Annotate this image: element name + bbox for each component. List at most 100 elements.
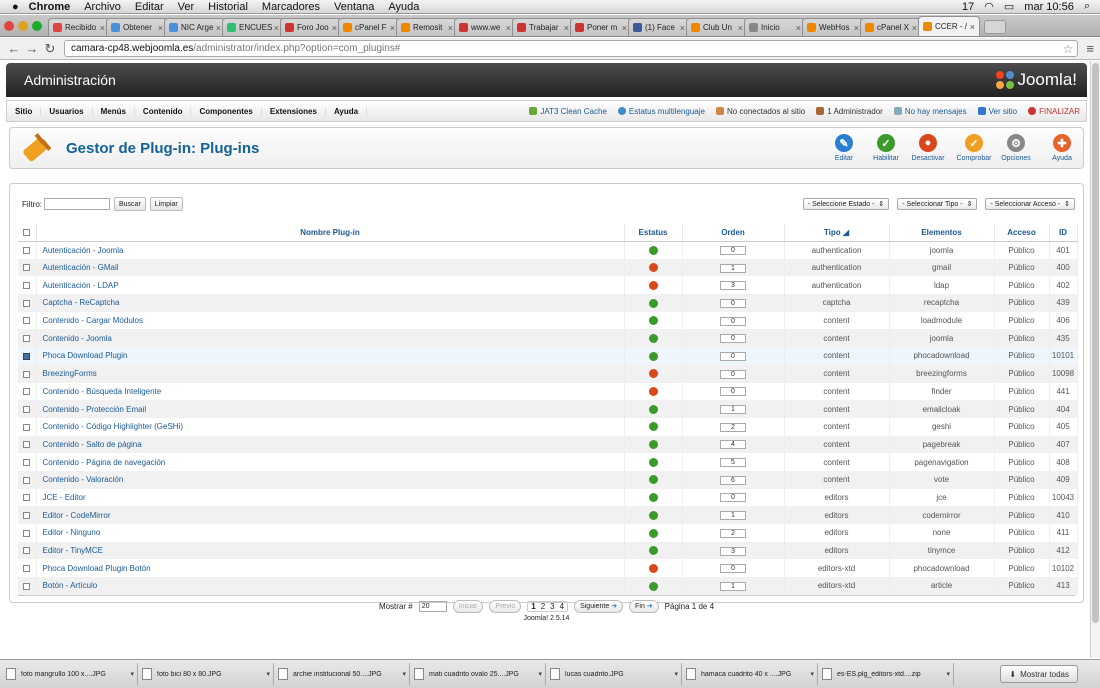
order-input[interactable]: 2 <box>720 422 746 432</box>
limit-select[interactable]: 20 <box>418 600 447 612</box>
order-input[interactable]: 0 <box>720 387 746 397</box>
browser-tab[interactable]: Recibido × <box>48 18 110 36</box>
row-checkbox[interactable] <box>18 311 37 330</box>
order-input[interactable]: 0 <box>720 334 746 344</box>
download-menu-arrow-icon[interactable]: ▾ <box>130 670 134 678</box>
row-checkbox[interactable] <box>18 276 37 295</box>
download-menu-arrow-icon[interactable]: ▾ <box>674 670 678 678</box>
browser-tab[interactable]: cPanel F × <box>338 18 400 36</box>
app-name[interactable]: Chrome <box>29 1 71 13</box>
row-checkbox[interactable] <box>18 524 37 542</box>
browser-tab[interactable]: CCER - / × <box>918 16 980 36</box>
column-type[interactable]: Tipo ◢ <box>784 224 890 242</box>
status-toggle[interactable] <box>624 258 683 277</box>
wifi-icon[interactable]: ◠ <box>984 0 994 13</box>
plugin-name-link[interactable]: BreezingForms <box>36 364 625 383</box>
order-input[interactable]: 0 <box>720 564 746 574</box>
toolbar-check-button[interactable]: ✓ Habilitar <box>865 128 907 168</box>
logout-link[interactable]: FINALIZAR <box>1028 107 1080 116</box>
row-checkbox[interactable] <box>18 241 37 259</box>
download-item[interactable]: mati cuadrito ovalo 25....JPG ▾ <box>410 663 546 685</box>
toolbar-stop-button[interactable]: ● Desactivar <box>907 128 949 168</box>
column-element[interactable]: Elementos <box>889 224 995 242</box>
row-checkbox[interactable] <box>18 577 37 595</box>
row-checkbox[interactable] <box>18 559 37 578</box>
search-icon[interactable]: ⌕ <box>1084 0 1090 13</box>
download-item[interactable]: foto mangrullo 100 x....JPG ▾ <box>2 663 138 685</box>
row-checkbox[interactable] <box>18 400 37 418</box>
back-icon[interactable]: ← <box>6 41 22 56</box>
order-input[interactable]: 4 <box>720 440 746 450</box>
status-toggle[interactable] <box>624 382 683 401</box>
tab-close-icon[interactable]: × <box>100 23 105 33</box>
plugin-name-link[interactable]: Contenido - Salto de página <box>36 435 625 454</box>
status-toggle[interactable] <box>624 541 683 560</box>
status-toggle[interactable] <box>624 506 683 524</box>
download-item[interactable]: foto bici 80 x 80.JPG ▾ <box>138 663 274 685</box>
download-item[interactable]: lucas cuadrito.JPG ▾ <box>546 663 682 685</box>
battery-icon[interactable]: ▭ <box>1004 0 1014 13</box>
toolbar-edit-button[interactable]: ✎ Editar <box>823 128 865 168</box>
order-input[interactable]: 0 <box>720 316 746 326</box>
order-input[interactable]: 0 <box>720 493 746 503</box>
tab-close-icon[interactable]: × <box>970 22 975 32</box>
view-site-link[interactable]: Ver sitio <box>977 107 1017 116</box>
status-toggle[interactable] <box>624 364 683 383</box>
plugin-name-link[interactable]: Autenticación - LDAP <box>36 276 625 295</box>
tab-close-icon[interactable]: × <box>216 23 221 33</box>
download-menu-arrow-icon[interactable]: ▾ <box>946 670 950 678</box>
status-count[interactable]: 17 <box>962 1 974 13</box>
tab-close-icon[interactable]: × <box>796 23 801 33</box>
clock[interactable]: mar 10:56 <box>1024 1 1074 13</box>
admin-menu-1[interactable]: Usuarios <box>41 106 93 116</box>
order-input[interactable]: 0 <box>720 298 746 308</box>
order-input[interactable]: 0 <box>720 351 746 361</box>
status-toggle[interactable] <box>624 241 683 259</box>
tab-close-icon[interactable]: × <box>506 23 511 33</box>
messages-link[interactable]: No hay mensajes <box>893 107 967 116</box>
row-checkbox[interactable] <box>18 382 37 401</box>
order-input[interactable]: 1 <box>720 263 746 273</box>
status-toggle[interactable] <box>624 276 683 295</box>
plugin-name-link[interactable]: Editor - Ninguno <box>36 524 625 542</box>
plugin-name-link[interactable]: Contenido - Página de navegación <box>36 453 625 471</box>
tab-close-icon[interactable]: × <box>564 23 569 33</box>
tab-close-icon[interactable]: × <box>854 23 859 33</box>
close-window-icon[interactable] <box>4 20 14 31</box>
multilang-status-link[interactable]: Estatus multilenguaje <box>617 107 705 116</box>
status-toggle[interactable] <box>624 294 683 312</box>
row-checkbox[interactable] <box>18 294 37 312</box>
page-number[interactable]: 3 <box>550 602 554 611</box>
tab-close-icon[interactable]: × <box>274 23 279 33</box>
order-input[interactable]: 5 <box>720 458 746 468</box>
order-input[interactable]: 1 <box>720 511 746 521</box>
admin-menu-5[interactable]: Extensiones <box>262 106 326 116</box>
plugin-name-link[interactable]: Botón - Artículo <box>36 577 625 595</box>
plugin-name-link[interactable]: Editor - CodeMirror <box>36 506 625 524</box>
minimize-window-icon[interactable] <box>18 20 28 31</box>
tab-close-icon[interactable]: × <box>332 23 337 33</box>
plugin-name-link[interactable]: Autenticación - Joomla <box>36 241 625 259</box>
row-checkbox[interactable] <box>18 453 37 471</box>
order-input[interactable]: 0 <box>720 369 746 379</box>
apple-icon[interactable]: ● <box>12 1 19 13</box>
browser-tab[interactable]: cPanel X × <box>860 18 922 36</box>
order-input[interactable]: 3 <box>720 281 746 291</box>
order-input[interactable]: 1 <box>720 405 746 415</box>
column-order[interactable]: Orden <box>682 224 785 242</box>
download-menu-arrow-icon[interactable]: ▾ <box>266 670 270 678</box>
plugin-name-link[interactable]: Contenido - Código Highlighter (GeSHi) <box>36 417 625 436</box>
tab-close-icon[interactable]: × <box>680 23 685 33</box>
browser-tab[interactable]: Obtener × <box>106 18 168 36</box>
order-input[interactable]: 6 <box>720 475 746 485</box>
filter-search-input[interactable] <box>44 198 110 210</box>
mac-menu-item[interactable]: Editar <box>135 1 164 13</box>
admin-menu-0[interactable]: Sitio <box>7 106 42 116</box>
browser-tab[interactable]: Trabajar × <box>512 18 574 36</box>
column-status[interactable]: Estatus <box>624 224 683 242</box>
filter-select[interactable]: - Seleccione Estado - ⇕ <box>802 198 890 210</box>
status-toggle[interactable] <box>624 453 683 471</box>
filter-select[interactable]: - Seleccionar Tipo - ⇕ <box>897 198 978 210</box>
plugin-name-link[interactable]: Captcha - ReCaptcha <box>36 294 625 312</box>
browser-tab[interactable]: WebHos × <box>802 18 864 36</box>
